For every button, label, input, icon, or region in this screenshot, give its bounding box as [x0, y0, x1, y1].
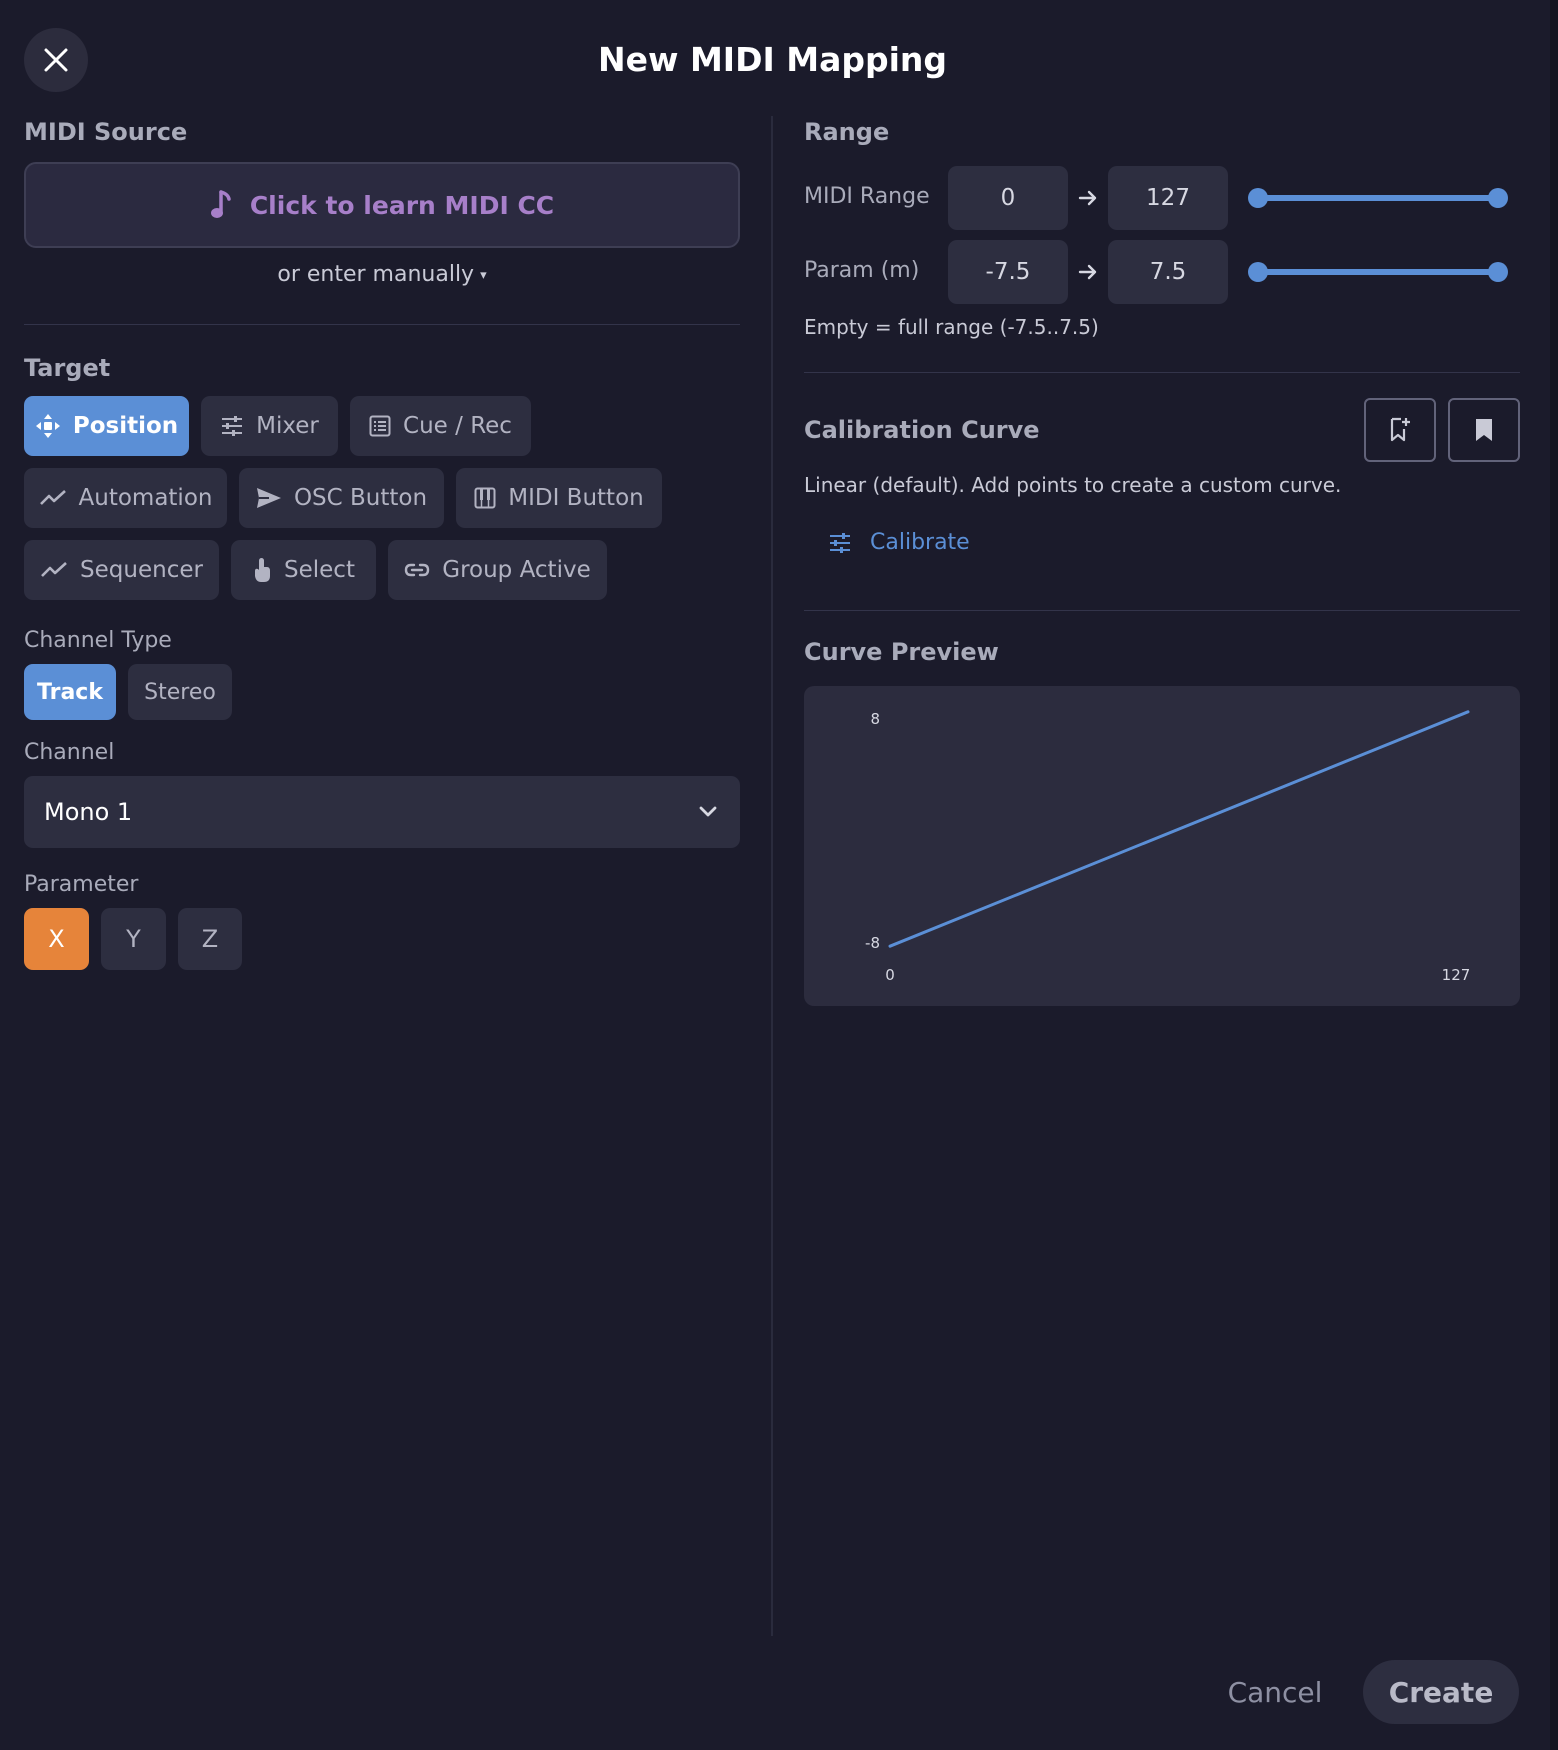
- enter-manually-label: or enter manually: [277, 262, 475, 287]
- chevron-down-icon: [699, 806, 717, 817]
- slider-track: [1258, 269, 1498, 275]
- target-automation-button[interactable]: Automation: [24, 468, 227, 528]
- calibrate-button[interactable]: Calibrate: [828, 530, 970, 555]
- param-range-min-input[interactable]: -7.5: [948, 240, 1068, 304]
- divider: [24, 324, 740, 325]
- parameter-label: Parameter: [24, 872, 139, 897]
- param-range-max-input[interactable]: 7.5: [1108, 240, 1228, 304]
- parameter-y-button[interactable]: Y: [101, 908, 166, 970]
- send-icon: [256, 488, 281, 508]
- dialog-header: New MIDI Mapping: [0, 0, 1550, 115]
- target-cue-rec-label: Cue / Rec: [403, 413, 512, 439]
- calibration-curve-label: Calibration Curve: [804, 416, 1040, 444]
- learn-midi-button[interactable]: Click to learn MIDI CC: [24, 162, 740, 248]
- target-select-button[interactable]: Select: [231, 540, 376, 600]
- list-icon: [369, 415, 391, 437]
- midi-source-label: MIDI Source: [24, 118, 188, 146]
- target-cue-rec-button[interactable]: Cue / Rec: [350, 396, 531, 456]
- channel-select-value: Mono 1: [44, 798, 133, 826]
- caret-down-icon: ▾: [480, 268, 487, 283]
- calibration-description: Linear (default). Add points to create a…: [804, 473, 1342, 497]
- tune-icon: [830, 532, 850, 553]
- param-range-slider[interactable]: [1248, 262, 1508, 282]
- midi-range-label: MIDI Range: [804, 184, 930, 209]
- arrow-right-icon: [1078, 264, 1097, 280]
- trend-icon: [39, 490, 66, 505]
- slider-track: [1258, 195, 1498, 201]
- enter-manually-toggle[interactable]: or enter manually ▾: [24, 262, 740, 287]
- target-mixer-button[interactable]: Mixer: [201, 396, 338, 456]
- x-tick-label: 0: [885, 966, 895, 984]
- range-hint: Empty = full range (-7.5..7.5): [804, 315, 1099, 339]
- target-osc-button-label: OSC Button: [293, 485, 428, 511]
- target-group-active-button[interactable]: Group Active: [388, 540, 607, 600]
- param-range-label: Param (m): [804, 258, 920, 283]
- divider: [804, 372, 1520, 373]
- x-tick-label: 127: [1442, 966, 1471, 984]
- link-icon: [405, 563, 430, 577]
- channel-label: Channel: [24, 740, 115, 765]
- slider-thumb-max[interactable]: [1488, 262, 1508, 282]
- channel-select[interactable]: Mono 1: [24, 776, 740, 848]
- y-tick-label: 8: [870, 710, 880, 728]
- y-tick-label: -8: [865, 934, 880, 952]
- bookmark-add-icon: [1390, 417, 1410, 442]
- divider: [804, 610, 1520, 611]
- target-position-button[interactable]: Position: [24, 396, 189, 456]
- learn-midi-label: Click to learn MIDI CC: [249, 190, 555, 220]
- touch-icon: [255, 558, 271, 582]
- calibrate-label: Calibrate: [870, 530, 970, 555]
- channel-type-label: Channel Type: [24, 628, 172, 653]
- window-edge: [1550, 0, 1558, 1750]
- music-note-icon: [210, 190, 231, 218]
- column-divider: [771, 116, 773, 1636]
- range-label: Range: [804, 118, 890, 146]
- midi-range-max-input[interactable]: 127: [1108, 166, 1228, 230]
- create-button[interactable]: Create: [1363, 1660, 1519, 1724]
- save-preset-button[interactable]: [1364, 398, 1436, 462]
- target-sequencer-button[interactable]: Sequencer: [24, 540, 219, 600]
- target-midi-button-label: MIDI Button: [508, 485, 644, 511]
- load-preset-button[interactable]: [1448, 398, 1520, 462]
- channel-type-track-button[interactable]: Track: [24, 664, 116, 720]
- slider-thumb-max[interactable]: [1488, 188, 1508, 208]
- bookmark-icon: [1476, 419, 1492, 441]
- midi-range-slider[interactable]: [1248, 188, 1508, 208]
- target-sequencer-label: Sequencer: [80, 557, 203, 583]
- target-osc-button[interactable]: OSC Button: [239, 468, 444, 528]
- target-group-active-label: Group Active: [442, 557, 591, 583]
- trend-icon: [41, 562, 67, 577]
- cancel-button[interactable]: Cancel: [1218, 1660, 1332, 1724]
- target-automation-label: Automation: [78, 485, 213, 511]
- curve-preview-svg: 8 -8 0 127: [865, 710, 1471, 984]
- dialog-title: New MIDI Mapping: [597, 40, 948, 79]
- slider-thumb-min[interactable]: [1248, 188, 1268, 208]
- parameter-z-button[interactable]: Z: [178, 908, 242, 970]
- target-select-label: Select: [284, 557, 355, 583]
- curve-preview-label: Curve Preview: [804, 638, 999, 666]
- channel-type-stereo-button[interactable]: Stereo: [128, 664, 232, 720]
- curve-preview-chart: 8 -8 0 127: [804, 686, 1520, 1006]
- target-midi-button[interactable]: MIDI Button: [456, 468, 662, 528]
- target-position-label: Position: [72, 413, 179, 439]
- arrow-right-icon: [1078, 190, 1097, 206]
- slider-thumb-min[interactable]: [1248, 262, 1268, 282]
- piano-icon: [474, 487, 496, 509]
- midi-range-min-input[interactable]: 0: [948, 166, 1068, 230]
- target-mixer-label: Mixer: [256, 413, 319, 439]
- sliders-icon: [222, 416, 243, 436]
- curve-series-line: [888, 710, 1470, 948]
- move-icon: [35, 414, 60, 438]
- parameter-x-button[interactable]: X: [24, 908, 89, 970]
- target-label: Target: [24, 354, 111, 382]
